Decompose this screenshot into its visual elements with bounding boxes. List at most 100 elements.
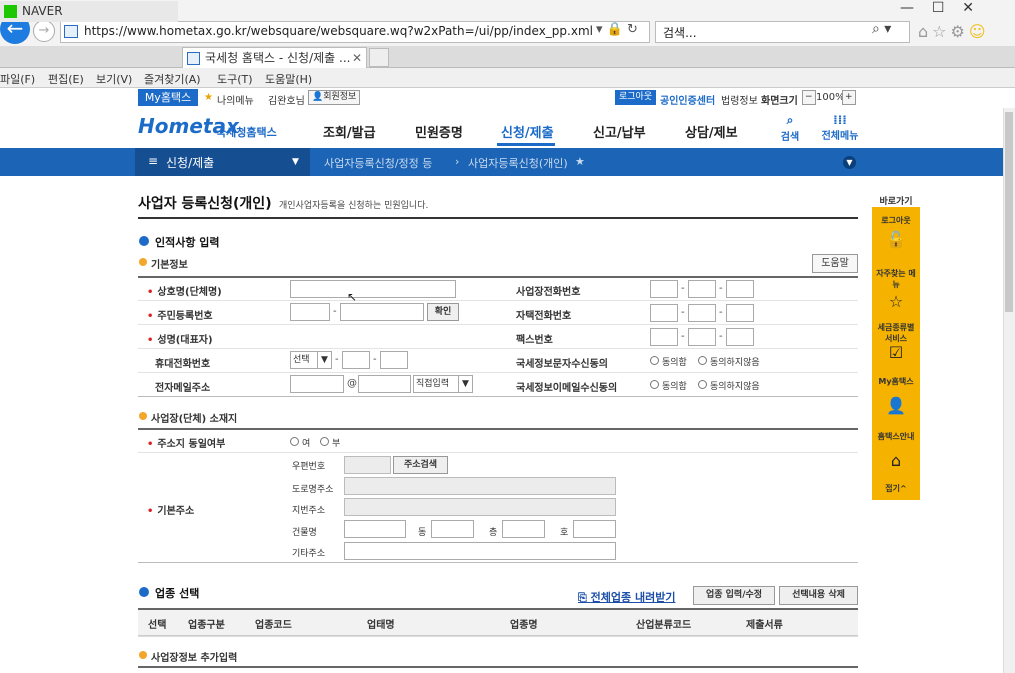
lock-icon[interactable]: 🔓: [884, 230, 908, 250]
email-id-input[interactable]: [290, 375, 344, 393]
logo-sub: 국세청홈택스: [216, 126, 277, 139]
member-info-label: 회원정보: [323, 92, 357, 102]
zip-input[interactable]: [344, 456, 391, 474]
quick-my-hometax[interactable]: My홈택스: [872, 376, 920, 387]
quick-hometax-guide[interactable]: 홈택스안내: [872, 431, 920, 442]
all-menu-button[interactable]: ⁞⁞⁞ 전체메뉴: [818, 113, 862, 142]
nav-apply-submit[interactable]: 신청/제출: [501, 122, 554, 141]
menu-edit[interactable]: 편집(E): [48, 71, 84, 87]
email-disagree-radio[interactable]: [698, 380, 707, 389]
business-location-title: 사업장(단체) 소재지: [151, 414, 238, 425]
business-name-input[interactable]: [290, 280, 456, 298]
close-tab-icon[interactable]: ✕: [352, 48, 362, 69]
tab-hometax[interactable]: 국세청 홈택스 - 신청/제출 ... ✕: [182, 47, 367, 68]
cert-center-link[interactable]: 공인인증센터: [660, 92, 715, 107]
header-search-button[interactable]: ⌕ 검색: [776, 113, 804, 143]
building-input[interactable]: [344, 520, 406, 538]
tab-naver[interactable]: NAVER: [0, 1, 178, 22]
nav-civil-cert[interactable]: 민원증명: [415, 122, 463, 141]
maximize-icon[interactable]: ☐: [932, 0, 945, 16]
close-icon[interactable]: ✕: [962, 0, 974, 16]
lot-address-input[interactable]: [344, 498, 616, 516]
address-search-button[interactable]: 주소검색: [393, 456, 448, 474]
member-info-button[interactable]: 👤회원정보: [308, 90, 361, 105]
favorites-star-icon[interactable]: ☆: [932, 22, 950, 41]
my-hometax-button[interactable]: My홈택스: [138, 89, 198, 106]
help-button[interactable]: 도움말: [812, 254, 858, 273]
resident-confirm-button[interactable]: 확인: [427, 303, 459, 321]
mobile-mid-input[interactable]: [342, 351, 370, 369]
person-icon[interactable]: 👤: [884, 396, 908, 416]
hometax-logo[interactable]: Hometax 국세청홈택스: [138, 112, 278, 144]
download-industry-link[interactable]: ⎘ 전체업종 내려받기: [578, 589, 675, 605]
menu-help[interactable]: 도움말(H): [265, 71, 312, 87]
menu-view[interactable]: 보기(V): [96, 71, 132, 87]
menu-favorites[interactable]: 즐겨찾기(A): [144, 71, 201, 87]
same-yes-radio[interactable]: [290, 437, 299, 446]
dong-input[interactable]: [431, 520, 474, 538]
fax-2-input[interactable]: [688, 328, 716, 346]
fax-3-input[interactable]: [726, 328, 754, 346]
menu-file[interactable]: 파일(F): [0, 71, 35, 87]
guide-icon[interactable]: ⌂: [884, 451, 908, 471]
my-menu-link[interactable]: 나의메뉴: [217, 92, 254, 107]
breadcrumb-level3[interactable]: 사업자등록신청(개인): [468, 155, 568, 171]
quick-frequent-menu[interactable]: 자주찾는 메뉴: [872, 268, 920, 290]
smiley-icon[interactable]: ☺: [969, 22, 990, 41]
delete-selection-button[interactable]: 선택내용 삭제: [779, 586, 858, 605]
page-title: 사업자 등록신청(개인): [138, 196, 272, 212]
logout-button[interactable]: 로그아웃: [615, 90, 657, 105]
home-icon[interactable]: ⌂: [918, 22, 932, 41]
star-outline-icon[interactable]: ☆: [884, 292, 908, 312]
nav-inquiry[interactable]: 조회/발급: [323, 122, 376, 141]
nav-consult[interactable]: 상담/제보: [685, 122, 738, 141]
breadcrumb-level2[interactable]: 사업자등록신청/정정 등: [324, 155, 432, 171]
zoom-out-button[interactable]: −: [802, 90, 816, 105]
favorite-star-icon[interactable]: ★: [575, 155, 585, 168]
ho-input[interactable]: [573, 520, 616, 538]
quick-logout[interactable]: 로그아웃: [872, 215, 920, 226]
fax-1-input[interactable]: [650, 328, 678, 346]
same-no-radio[interactable]: [320, 437, 329, 446]
breadcrumb-expand-icon[interactable]: ▼: [843, 156, 856, 169]
resident-no-front-input[interactable]: [290, 303, 330, 321]
window-controls[interactable]: — ☐ ✕: [900, 0, 974, 16]
etc-address-input[interactable]: [344, 542, 616, 560]
quick-fold-button[interactable]: 접기^: [872, 483, 920, 494]
home-phone-3-input[interactable]: [726, 304, 754, 322]
road-address-input[interactable]: [344, 477, 616, 495]
menu-tools[interactable]: 도구(T): [217, 71, 253, 87]
floor-input[interactable]: [502, 520, 545, 538]
email-domain-input[interactable]: [358, 375, 411, 393]
quick-tax-service[interactable]: 세금종류별 서비스: [872, 322, 920, 344]
label-email: 전자메일주소: [155, 383, 211, 394]
url-controls[interactable]: ▾ 🔒 ↻: [596, 22, 638, 37]
search-icon[interactable]: ⌕ ▾: [872, 21, 891, 37]
breadcrumb-menu-button[interactable]: [135, 148, 310, 176]
industry-edit-button[interactable]: 업종 입력/수정: [693, 586, 775, 605]
email-domain-select[interactable]: 직접입력 ▼: [413, 375, 473, 393]
home-phone-2-input[interactable]: [688, 304, 716, 322]
zoom-in-button[interactable]: +: [842, 90, 856, 105]
settings-gear-icon[interactable]: ⚙: [951, 22, 969, 41]
biz-phone-2-input[interactable]: [688, 280, 716, 298]
law-info-link[interactable]: 법령정보: [721, 92, 758, 107]
mobile-prefix-select[interactable]: 선택 ▼: [290, 351, 332, 369]
sms-agree-radio[interactable]: [650, 356, 659, 365]
biz-phone-3-input[interactable]: [726, 280, 754, 298]
nav-report-pay[interactable]: 신고/납부: [593, 122, 646, 141]
scrollbar-thumb[interactable]: [1005, 112, 1013, 312]
home-phone-1-input[interactable]: [650, 304, 678, 322]
mobile-last-input[interactable]: [380, 351, 408, 369]
email-agree-radio[interactable]: [650, 380, 659, 389]
download-icon: ⎘: [578, 591, 587, 604]
sms-disagree-radio[interactable]: [698, 356, 707, 365]
toolbar-icons[interactable]: ⌂☆⚙☺: [918, 22, 990, 41]
checkbox-icon[interactable]: ☑: [884, 343, 908, 363]
minimize-icon[interactable]: —: [900, 0, 914, 16]
resident-no-back-input[interactable]: [340, 303, 424, 321]
new-tab-button[interactable]: [369, 48, 389, 67]
biz-phone-1-input[interactable]: [650, 280, 678, 298]
forward-button[interactable]: →: [33, 20, 55, 42]
download-label: 전체업종 내려받기: [590, 591, 676, 604]
